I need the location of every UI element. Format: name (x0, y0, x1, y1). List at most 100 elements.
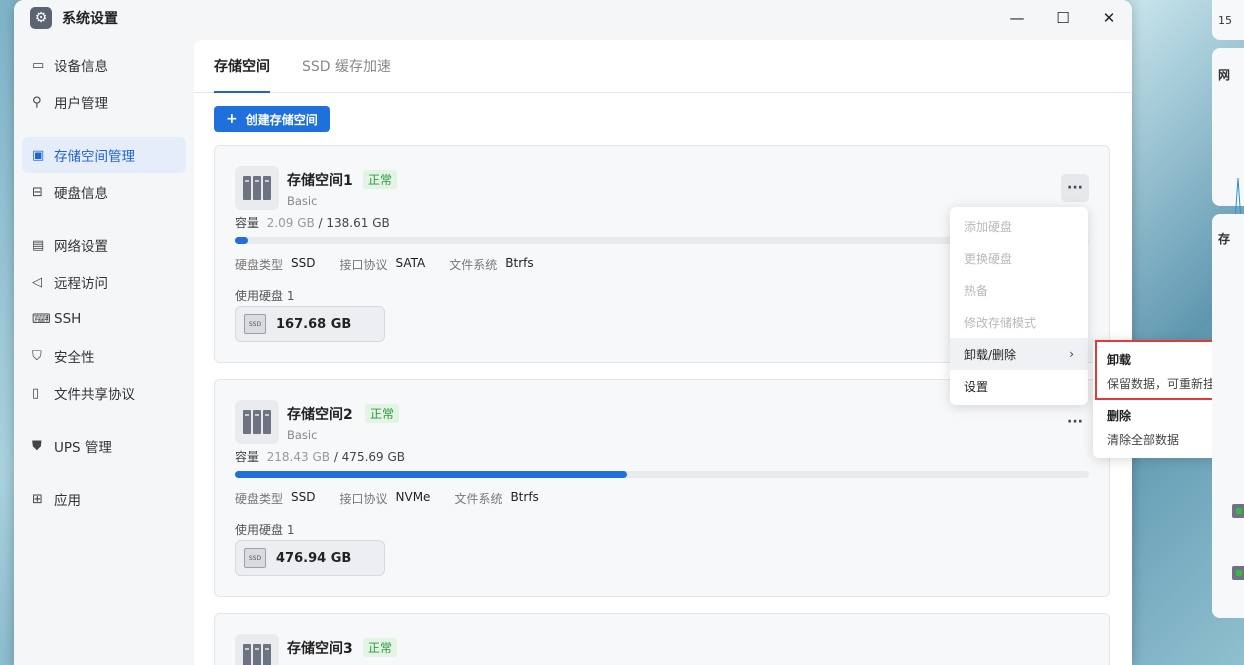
title-bar: ⚙ 系统设置 — ☐ ✕ (14, 0, 1132, 36)
sidebar-item-apps[interactable]: ⊞ 应用 (22, 481, 186, 517)
sidebar-item-ups[interactable]: ⛊ UPS 管理 (22, 428, 186, 464)
create-storage-label: 创建存储空间 (245, 112, 318, 127)
interface-value: NVMe (395, 490, 431, 504)
menu-item-unmount-delete[interactable]: 卸载/删除 › (950, 338, 1088, 370)
menu-item-label: 卸载/删除 (964, 347, 1017, 362)
menu-item-label: 添加硬盘 (964, 219, 1013, 234)
status-badge: 正常 (363, 638, 398, 657)
capacity-line: 容量 218.43 GB / 475.69 GB (235, 450, 406, 464)
sidebar-item-label: 远程访问 (54, 276, 108, 292)
user-icon: ⚲ (32, 94, 42, 110)
menu-item-label: 修改存储模式 (964, 315, 1037, 330)
server-icon (235, 400, 279, 444)
status-badge: 正常 (363, 170, 398, 189)
menu-item-label: 热备 (964, 283, 989, 298)
sidebar-item-label: 网络设置 (54, 239, 108, 255)
capacity-bar-fill (235, 471, 627, 478)
pool-meta: 硬盘类型 SSD 接口协议 SATA 文件系统 Btrfs (235, 256, 558, 273)
chevron-right-icon: › (1069, 347, 1074, 361)
menu-item-settings[interactable]: 设置 (950, 370, 1088, 402)
sidebar-item-label: 用户管理 (54, 96, 108, 112)
menu-item-hot-spare[interactable]: 热备 (950, 274, 1088, 306)
more-options-button[interactable]: ··· (1061, 174, 1089, 202)
more-options-button[interactable]: ··· (1061, 408, 1089, 436)
sidebar-item-label: UPS 管理 (54, 440, 112, 456)
sidebar-item-storage[interactable]: ▣ 存储空间管理 (22, 137, 186, 173)
storage-cube-icon (1232, 566, 1244, 580)
disks-used-label: 使用硬盘 (235, 523, 284, 537)
disk-type-value: SSD (291, 256, 316, 270)
filesystem-value: Btrfs (505, 256, 534, 270)
capacity-label: 容量 (235, 450, 260, 464)
desktop-widget: 15 (1212, 0, 1244, 40)
capacity-bar-fill (235, 237, 248, 244)
sidebar-item-ssh[interactable]: ⌨ SSH (22, 301, 186, 337)
storage-cube-icon (1232, 504, 1244, 518)
create-storage-button[interactable]: + 创建存储空间 (214, 106, 330, 132)
filesystem-value: Btrfs (510, 490, 539, 504)
disk-type-label: 硬盘类型 (235, 258, 284, 272)
sidebar: ▭ 设备信息 ⚲ 用户管理 ▣ 存储空间管理 ⊟ 硬盘信息 ▤ 网络设置 ◁ 远程访问 ⌨ S… (14, 36, 194, 665)
sidebar-item-disk-info[interactable]: ⊟ 硬盘信息 (22, 174, 186, 210)
tab-ssd-cache[interactable]: SSD 缓存加速 (302, 40, 391, 92)
sidebar-item-label: 安全性 (54, 350, 95, 366)
sidebar-item-label: 存储空间管理 (54, 149, 135, 165)
device-icon: ▭ (32, 57, 45, 73)
disks-used-count: 1 (286, 523, 295, 537)
widget-title: 网 (1218, 68, 1231, 82)
network-widget: 网 (1212, 48, 1244, 238)
sidebar-item-security[interactable]: ⛉ 安全性 (22, 338, 186, 374)
disk-chip[interactable]: SSD 167.68 GB (235, 306, 385, 342)
disk-size: 167.68 GB (276, 316, 352, 332)
sidebar-item-file-share[interactable]: ▯ 文件共享协议 (22, 375, 186, 411)
menu-item-replace-disk[interactable]: 更换硬盘 (950, 242, 1088, 274)
capacity-used: 2.09 GB (266, 216, 315, 230)
file-share-icon: ▯ (32, 385, 40, 401)
capacity-bar (235, 471, 1089, 478)
ups-icon: ⛊ (32, 438, 42, 454)
storage-icon: ▣ (32, 147, 45, 163)
window-title: 系统设置 (62, 11, 118, 27)
interface-label: 接口协议 (339, 258, 388, 272)
sidebar-item-users[interactable]: ⚲ 用户管理 (22, 84, 186, 120)
disks-used-line: 使用硬盘 1 (235, 287, 294, 304)
capacity-used: 218.43 GB (266, 450, 330, 464)
pool-name: 存储空间2 (287, 407, 353, 423)
server-icon (235, 634, 279, 665)
tab-bar: 存储空间 SSD 缓存加速 (194, 40, 1132, 93)
disk-chip[interactable]: SSD 476.94 GB (235, 540, 385, 576)
sidebar-item-network[interactable]: ▤ 网络设置 (22, 227, 186, 263)
maximize-button[interactable]: ☐ (1040, 0, 1086, 36)
sidebar-item-remote[interactable]: ◁ 远程访问 (22, 264, 186, 300)
apps-icon: ⊞ (32, 491, 43, 507)
sidebar-item-label: 应用 (54, 493, 81, 509)
menu-item-label: 更换硬盘 (964, 251, 1013, 266)
capacity-line: 容量 2.09 GB / 138.61 GB (235, 216, 390, 230)
pool-type: Basic (287, 194, 318, 208)
sidebar-item-device-info[interactable]: ▭ 设备信息 (22, 47, 186, 83)
submenu-item-title: 删除 (1107, 409, 1132, 423)
disks-used-count: 1 (286, 289, 295, 303)
disk-icon: ⊟ (32, 184, 43, 200)
disk-type-value: SSD (291, 490, 316, 504)
widget-text: 15 (1218, 14, 1232, 27)
sidebar-item-label: 硬盘信息 (54, 186, 108, 202)
submenu-item-desc: 保留数据，可重新挂载 (1107, 377, 1228, 391)
minimize-button[interactable]: — (994, 0, 1040, 36)
interface-value: SATA (395, 256, 426, 270)
server-icon (235, 166, 279, 210)
menu-item-change-mode[interactable]: 修改存储模式 (950, 306, 1088, 338)
submenu-item-desc: 清除全部数据 (1107, 433, 1180, 447)
menu-item-add-disk[interactable]: 添加硬盘 (950, 210, 1088, 242)
network-icon: ▤ (32, 237, 45, 253)
sidebar-item-label: SSH (54, 311, 82, 327)
pool-name: 存储空间1 (287, 173, 353, 189)
pool-context-menu: 添加硬盘 更换硬盘 热备 修改存储模式 卸载/删除 › 设置 (950, 207, 1088, 405)
ssd-icon: SSD (244, 548, 266, 568)
disks-used-label: 使用硬盘 (235, 289, 284, 303)
close-button[interactable]: ✕ (1086, 0, 1132, 36)
settings-gear-icon: ⚙ (30, 7, 52, 29)
tab-storage[interactable]: 存储空间 (214, 40, 270, 93)
storage-pool-card: 存储空间2 正常 Basic 容量 218.43 GB / 475.69 GB … (214, 379, 1110, 597)
remote-icon: ◁ (32, 274, 42, 290)
